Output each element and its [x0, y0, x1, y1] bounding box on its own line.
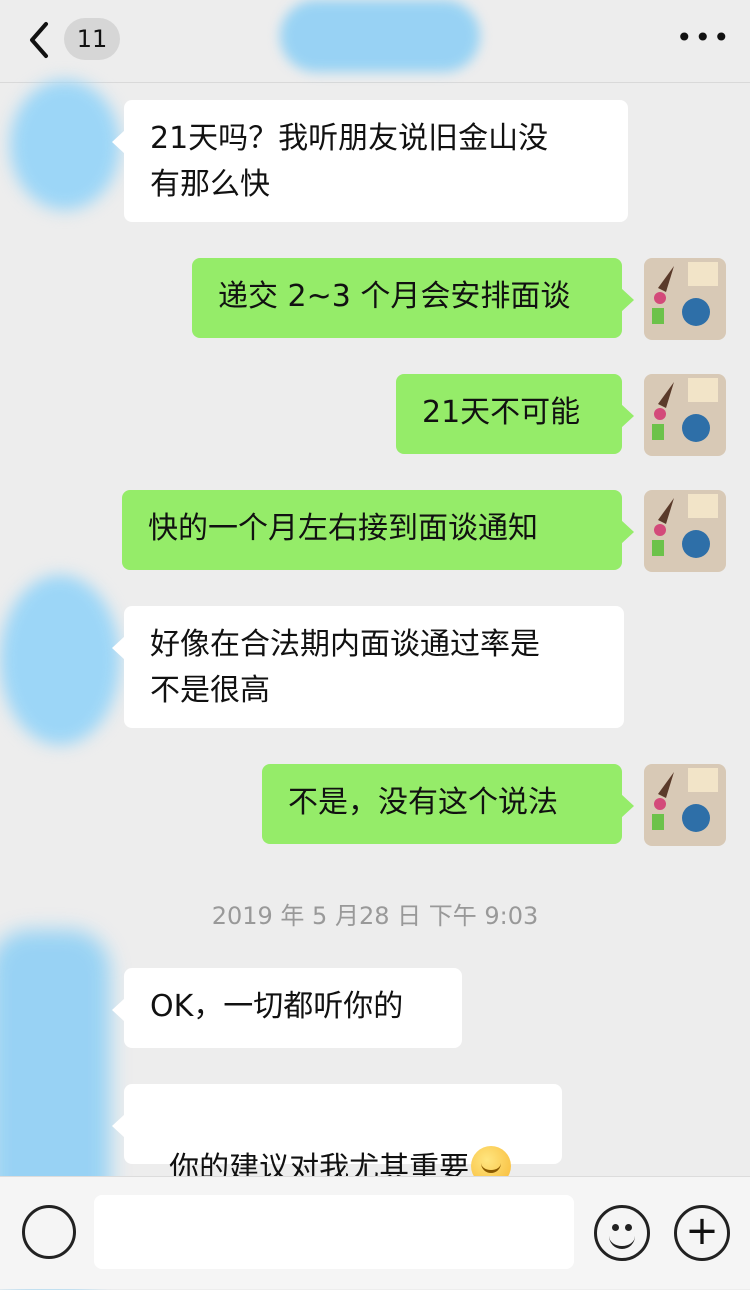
back-icon — [30, 22, 48, 58]
message-bubble[interactable]: 21天吗？我听朋友说旧金山没 有那么快 — [112, 100, 628, 222]
message-bubble[interactable]: 递交 2~3 个月会安排面谈 — [192, 258, 634, 338]
message-bubble[interactable]: OK，一切都听你的 — [112, 968, 462, 1048]
message-bubble[interactable]: 好像在合法期内面谈通过率是 不是很高 — [112, 606, 624, 728]
message-bubble[interactable]: 你的建议对我尤其重要 — [112, 1084, 562, 1186]
smile-shape — [609, 1234, 635, 1249]
chat-title-redaction — [280, 0, 480, 72]
chat-timestamp: 2019 年 5 月28 日 下午 9:03 — [211, 902, 539, 930]
avatar-image — [644, 374, 726, 456]
message-bubble[interactable]: 不是，没有这个说法 — [262, 764, 634, 844]
my-avatar[interactable] — [644, 258, 726, 340]
top-bar: 11 ••• — [0, 0, 750, 83]
avatar-redaction — [0, 575, 120, 745]
my-avatar[interactable] — [644, 374, 726, 456]
message-bubble[interactable]: 21天不可能 — [396, 374, 634, 454]
avatar-image — [644, 490, 726, 572]
my-avatar[interactable] — [644, 764, 726, 846]
message-bubble[interactable]: 快的一个月左右接到面谈通知 — [122, 490, 634, 570]
emoji-icon[interactable] — [594, 1205, 650, 1261]
voice-icon[interactable] — [22, 1205, 76, 1259]
avatar-image — [644, 258, 726, 340]
avatar-image — [644, 764, 726, 846]
avatar-redaction — [10, 80, 120, 210]
plus-icon[interactable]: + — [674, 1205, 730, 1261]
more-icon[interactable]: ••• — [676, 24, 730, 52]
message-input[interactable] — [94, 1195, 574, 1269]
my-avatar[interactable] — [644, 490, 726, 572]
back-button[interactable] — [22, 18, 62, 62]
input-bar: + — [0, 1176, 750, 1289]
unread-badge[interactable]: 11 — [64, 18, 120, 60]
